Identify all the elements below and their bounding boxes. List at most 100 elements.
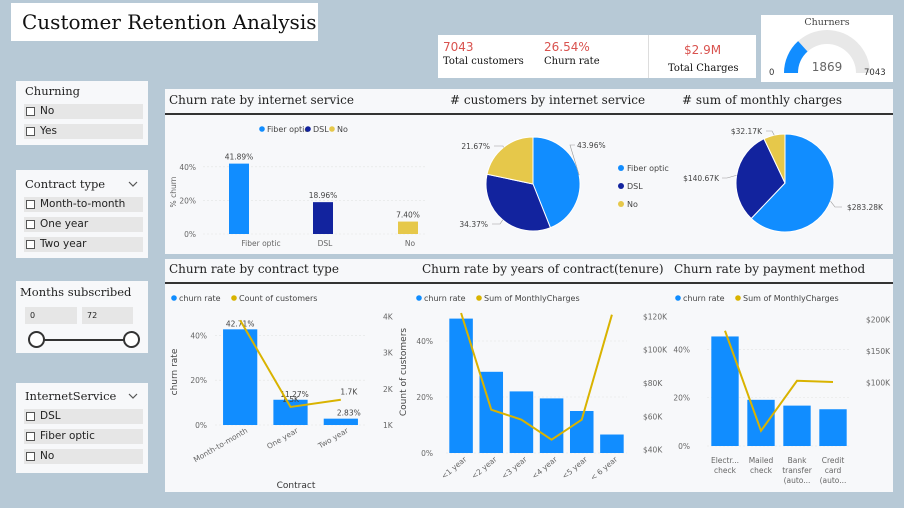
data-label: 1.7K: [340, 388, 358, 397]
bar: [229, 163, 249, 234]
bar: [323, 418, 358, 425]
y2-tick-label: $80K: [643, 379, 663, 388]
legend-marker: [305, 126, 311, 132]
legend-marker: [231, 295, 237, 301]
y-tick-label: 20%: [190, 376, 207, 385]
y2-tick-label: 3K: [383, 349, 394, 358]
y-tick-label: 20%: [416, 393, 433, 402]
data-label: $32.17K: [731, 127, 763, 136]
legend-marker: [259, 126, 265, 132]
x-tick-label: Mailed: [749, 456, 774, 465]
data-label: 18.96%: [309, 191, 338, 200]
x-tick-label: <2 year: [470, 454, 500, 481]
data-label: $140.67K: [683, 174, 720, 183]
data-label: 7.40%: [396, 211, 420, 220]
y2-tick-label: 2K: [383, 385, 394, 394]
legend-marker: [618, 201, 624, 207]
legend-label: Fiber optic: [267, 125, 309, 134]
bar: [223, 329, 258, 425]
y2-tick-label: 1K: [383, 421, 394, 430]
legend-marker: [171, 295, 177, 301]
legend-marker: [329, 126, 335, 132]
bar: [783, 405, 811, 446]
y2-tick-label: $120K: [643, 312, 668, 321]
bar: [539, 398, 564, 453]
legend-label: No: [337, 125, 348, 134]
legend-label: Sum of MonthlyCharges: [484, 294, 580, 303]
leader-line: [492, 219, 503, 225]
legend-marker: [618, 165, 624, 171]
leader-line: [494, 145, 504, 148]
legend-label: DSL: [627, 182, 643, 191]
x-tick-label: DSL: [318, 239, 334, 248]
x-tick-label: <4 year: [530, 454, 560, 481]
x-tick-label: check: [750, 466, 773, 475]
y-tick-label: 20%: [179, 196, 196, 205]
x-tick-label: (auto...: [784, 476, 811, 485]
legend-marker: [618, 183, 624, 189]
leader-line: [766, 130, 775, 136]
y2-tick-label: $200K: [866, 315, 891, 324]
x-tick-label: Credit: [822, 456, 845, 465]
y-axis-title: churn rate: [170, 348, 180, 395]
y2-tick-label: $100K: [866, 379, 891, 388]
legend-label: Fiber optic: [627, 164, 669, 173]
legend-marker: [476, 295, 482, 301]
leader-line: [722, 174, 737, 179]
x-tick-label: Two year: [316, 425, 351, 450]
x-tick-label: No: [405, 239, 416, 248]
y2-tick-label: 4K: [383, 313, 394, 322]
bar: [398, 221, 418, 234]
y-tick-label: 40%: [190, 331, 207, 340]
data-label: 41.89%: [225, 153, 254, 162]
y2-tick-label: $60K: [643, 412, 663, 421]
data-label: 34.37%: [459, 220, 488, 229]
x-tick-label: card: [825, 466, 842, 475]
leader-line: [830, 201, 842, 208]
bar: [509, 391, 534, 453]
bar: [819, 409, 847, 446]
x-tick-label: transfer: [782, 466, 813, 475]
x-tick-label: <3 year: [500, 454, 530, 481]
legend-marker: [675, 295, 681, 301]
x-tick-label: (auto...: [820, 476, 847, 485]
x-tick-label: Month-to-month: [192, 426, 249, 464]
legend-label: Sum of MonthlyCharges: [743, 294, 839, 303]
y-tick-label: 0%: [421, 449, 433, 458]
y-tick-label: 40%: [673, 345, 690, 354]
bar: [600, 434, 624, 453]
charts-layer: Fiber optic DSL No0%20%40%% churn41.89%Fib…: [169, 125, 891, 491]
x-tick-label: One year: [265, 425, 300, 450]
legend-label: No: [627, 200, 638, 209]
y2-tick-label: $150K: [866, 347, 891, 356]
bar: [711, 336, 739, 446]
legend-label: Count of customers: [239, 294, 317, 303]
y-tick-label: 40%: [416, 337, 433, 346]
legend-label: churn rate: [683, 294, 725, 303]
x-tick-label: Electr...: [711, 456, 739, 465]
y2-tick-label: $100K: [643, 346, 668, 355]
y-tick-label: 0%: [195, 421, 207, 430]
x-tick-label: Fiber optic: [241, 239, 280, 248]
x-tick-label: <5 year: [560, 454, 590, 481]
x-tick-label: Bank: [788, 456, 807, 465]
legend-marker: [416, 295, 422, 301]
y2-tick-label: $40K: [643, 446, 663, 455]
y-axis-title: Count of customers: [399, 328, 409, 417]
data-label: $283.28K: [847, 203, 884, 212]
x-axis-title: Contract: [277, 481, 316, 491]
x-tick-label: <1 year: [439, 454, 469, 481]
x-tick-label: < 6 year: [588, 454, 619, 482]
y-tick-label: 0%: [184, 230, 196, 239]
x-tick-label: check: [714, 466, 737, 475]
y-tick-label: 40%: [179, 163, 196, 172]
data-label: 2.83%: [337, 409, 361, 418]
bar: [313, 202, 333, 234]
line-series: [724, 330, 834, 433]
legend-label: churn rate: [179, 294, 221, 303]
data-label: 43.96%: [577, 141, 606, 150]
y-tick-label: 20%: [673, 394, 690, 403]
data-label: 21.67%: [461, 142, 490, 151]
legend-label: churn rate: [424, 294, 466, 303]
legend-label: DSL: [313, 125, 329, 134]
